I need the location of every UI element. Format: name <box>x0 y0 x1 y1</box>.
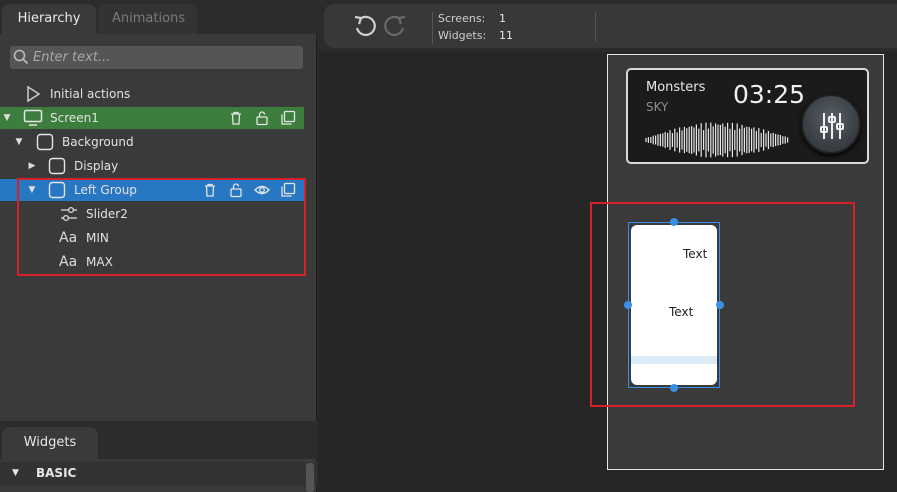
widgets-tabbar: Widgets <box>0 421 317 459</box>
collapse-arrow-icon[interactable]: ▼ <box>13 131 25 153</box>
tree-item-label: Screen1 <box>50 111 99 125</box>
undo-icon[interactable] <box>352 13 378 39</box>
time-display: 03:25 <box>733 80 806 109</box>
track-title: Monsters <box>646 80 706 95</box>
tree-item-label: Background <box>62 135 134 149</box>
waveform-graphic <box>645 122 789 158</box>
tab-animations[interactable]: Animations <box>98 4 197 34</box>
tree-item-background[interactable]: ▼ Background <box>0 131 304 153</box>
toolbar: Screens: 1 Widgets: 11 <box>324 4 897 48</box>
display-widget[interactable]: Monsters SKY 03:25 <box>626 68 869 164</box>
panel-tabbar: Hierarchy Animations <box>0 0 317 34</box>
section-label: BASIC <box>36 466 77 480</box>
play-icon <box>24 85 42 103</box>
search-icon <box>13 49 29 65</box>
tab-hierarchy[interactable]: Hierarchy <box>2 4 96 34</box>
screens-count: 1 <box>499 12 506 25</box>
unlock-icon[interactable] <box>254 110 270 126</box>
track-subtitle: SKY <box>646 100 669 114</box>
widgets-label: Widgets: <box>438 29 487 42</box>
trash-icon[interactable] <box>228 110 244 126</box>
redo-icon[interactable] <box>382 13 408 39</box>
editor-window: Hierarchy Animations Initial actions ▼ S… <box>0 0 897 492</box>
expand-arrow-icon[interactable]: ▶ <box>26 155 38 177</box>
tab-widgets[interactable]: Widgets <box>2 427 98 459</box>
left-panel: Hierarchy Animations Initial actions ▼ S… <box>0 0 317 492</box>
tree-item-initial-actions[interactable]: Initial actions <box>0 83 304 105</box>
collapse-arrow-icon: ▼ <box>12 468 19 478</box>
tree-item-label: Display <box>74 159 119 173</box>
tree-item-screen1[interactable]: ▼ Screen1 <box>0 107 304 129</box>
highlight-box-tree <box>17 178 306 276</box>
scrollbar[interactable] <box>306 463 314 492</box>
row-actions <box>228 110 300 126</box>
toolbar-divider <box>595 12 596 42</box>
tree-item-display[interactable]: ▶ Display <box>0 155 304 177</box>
project-stats: Screens: 1 Widgets: 11 <box>432 12 592 44</box>
collapse-arrow-icon[interactable]: ▼ <box>1 107 13 129</box>
container-icon <box>48 157 66 175</box>
widgets-count: 11 <box>499 29 513 42</box>
highlight-box-canvas <box>590 202 855 407</box>
equalizer-button[interactable] <box>801 94 861 154</box>
widget-section-basic[interactable]: ▼ BASIC <box>0 462 317 486</box>
search-box <box>10 46 303 69</box>
design-canvas[interactable]: Monsters SKY 03:25 Text Text <box>318 52 897 492</box>
tree-item-label: Initial actions <box>50 87 131 101</box>
monitor-icon <box>23 109 43 127</box>
duplicate-icon[interactable] <box>280 110 296 126</box>
sliders-icon <box>820 113 844 139</box>
container-icon <box>36 133 54 151</box>
screens-label: Screens: <box>438 12 486 25</box>
search-input[interactable] <box>33 46 301 69</box>
